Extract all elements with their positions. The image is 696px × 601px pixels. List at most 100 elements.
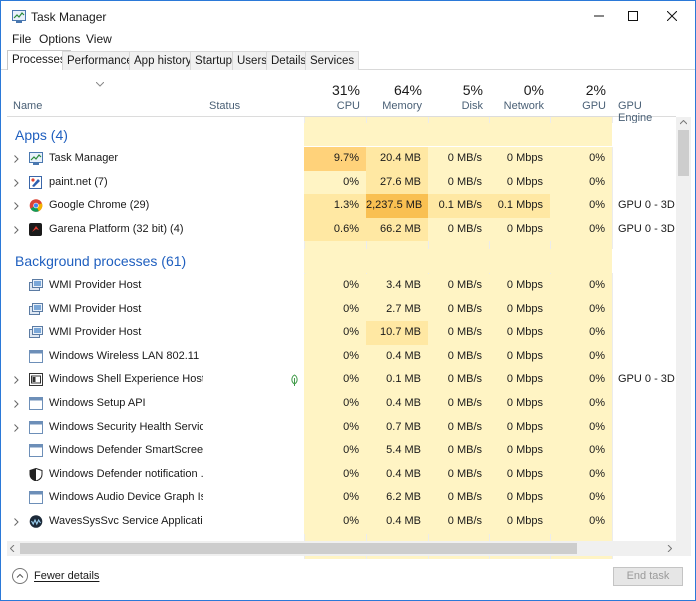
group-header-heat xyxy=(304,123,612,146)
scroll-left-icon[interactable] xyxy=(10,545,15,552)
column-header-memory[interactable]: 64% Memory xyxy=(366,71,428,117)
process-row[interactable]: Windows Shell Experience Host 0% 0.1 MB 0 M… xyxy=(7,368,676,392)
expand-chevron-icon[interactable] xyxy=(14,376,19,385)
process-mem-cell: 0.4 MB xyxy=(366,510,428,534)
wmi-icon xyxy=(29,326,43,339)
column-header-status[interactable]: Status xyxy=(203,71,304,117)
process-row[interactable]: WMI Provider Host 0% 10.7 MB 0 MB/s 0 Mbps 0% xyxy=(7,321,676,345)
end-task-button[interactable]: End task xyxy=(613,567,683,586)
process-disk-cell: 0 MB/s xyxy=(428,439,489,463)
fewer-details-link[interactable]: Fewer details xyxy=(34,570,99,582)
process-name: Windows Wireless LAN 802.11 E... xyxy=(49,349,203,362)
process-cpu-cell: 0% xyxy=(304,170,366,195)
column-header-network[interactable]: 0% Network xyxy=(489,71,550,117)
process-row[interactable]: Windows Wireless LAN 802.11 E... 0% 0.4 MB… xyxy=(7,344,676,369)
title-bar[interactable]: Task Manager xyxy=(1,1,695,31)
section-title-apps: Apps (4) xyxy=(15,127,68,143)
expand-chevron-icon[interactable] xyxy=(14,423,19,432)
paintnet-icon xyxy=(29,175,42,189)
expand-chevron-icon[interactable] xyxy=(14,400,19,408)
maximize-button[interactable] xyxy=(613,1,652,31)
process-mem-cell: 0.4 MB xyxy=(366,344,428,369)
process-name: WMI Provider Host xyxy=(49,279,142,291)
garena-icon xyxy=(29,222,42,236)
process-gpu-engine-cell xyxy=(612,147,676,171)
process-name-cell: Windows Security Health Service xyxy=(7,416,203,440)
process-disk-cell: 0 MB/s xyxy=(428,297,489,322)
fewer-details-chevron-icon[interactable] xyxy=(12,568,28,584)
window-icon xyxy=(29,491,43,505)
vertical-scrollbar[interactable] xyxy=(676,117,691,541)
process-name-cell: WMI Provider Host xyxy=(7,274,203,298)
process-row[interactable]: paint.net (7) 0% 27.6 MB 0 MB/s 0 Mbps 0% xyxy=(7,170,676,195)
menu-bar: File Options View xyxy=(1,31,695,49)
expand-chevron-icon[interactable] xyxy=(14,518,19,526)
process-disk-cell: 0.1 MB/s xyxy=(428,194,489,218)
menu-options[interactable]: Options xyxy=(39,32,80,46)
horizontal-scroll-thumb[interactable] xyxy=(20,543,577,554)
process-gpu-cell: 0% xyxy=(550,170,612,195)
process-row[interactable]: Task Manager 9.7% 20.4 MB 0 MB/s 0 Mbps 0% xyxy=(7,147,676,171)
close-button[interactable] xyxy=(652,1,691,31)
process-net-cell: 0.1 Mbps xyxy=(489,194,550,218)
process-cpu-cell: 0% xyxy=(304,274,366,298)
tab-app-history[interactable]: App history xyxy=(129,51,197,70)
group-header-background[interactable]: Background processes (61) xyxy=(7,249,676,273)
horizontal-scrollbar[interactable] xyxy=(7,541,676,556)
process-row[interactable]: Windows Setup API 0% 0.4 MB 0 MB/s 0 Mbps 0% xyxy=(7,392,676,416)
column-header-name[interactable]: Name xyxy=(7,71,203,117)
expand-chevron-icon[interactable] xyxy=(14,202,19,211)
process-gpu-cell: 0% xyxy=(550,368,612,392)
process-row[interactable]: Windows Security Health Service 0% 0.7 MB 0… xyxy=(7,415,676,440)
scroll-right-icon[interactable] xyxy=(667,545,672,552)
process-gpu-engine-cell xyxy=(612,171,676,195)
window-icon xyxy=(29,397,43,410)
process-row[interactable]: Windows Defender notification ... 0% 0.4 M… xyxy=(7,462,676,487)
group-header-apps[interactable]: Apps (4) xyxy=(7,123,676,147)
process-grid[interactable]: Name Status 31% CPU 64% Memory 5% Disk 0… xyxy=(7,71,691,559)
process-row[interactable]: Garena Platform (32 bit) (4) 0.6% 66.2 MB 0… xyxy=(7,217,676,242)
waves-icon xyxy=(29,515,43,528)
process-row[interactable]: WavesSysSvc Service Application 0% 0.4 MB 0… xyxy=(7,510,676,534)
tab-startup[interactable]: Startup xyxy=(190,51,238,70)
process-net-cell: 0 Mbps xyxy=(489,392,550,416)
process-gpu-engine-cell: GPU 0 - 3D xyxy=(618,373,675,386)
process-row[interactable]: Google Chrome (29) 1.3% 2,237.5 MB 0.1 MB/s… xyxy=(7,194,676,218)
process-net-cell: 0 Mbps xyxy=(489,462,550,487)
process-net-cell: 0 Mbps xyxy=(489,147,550,171)
process-row[interactable]: Windows Defender SmartScreen 0% 5.4 MB 0 MB… xyxy=(7,439,676,463)
process-name: Windows Defender notification ... xyxy=(49,467,203,480)
column-header-gpu[interactable]: 2% GPU xyxy=(550,71,612,117)
column-header-disk[interactable]: 5% Disk xyxy=(428,71,489,117)
process-gpu-cell: 0% xyxy=(550,194,612,218)
scroll-up-icon[interactable] xyxy=(680,120,687,125)
process-row[interactable]: WMI Provider Host 0% 2.7 MB 0 MB/s 0 Mbps 0% xyxy=(7,297,676,322)
process-net-cell: 0 Mbps xyxy=(489,439,550,463)
tab-performance[interactable]: Performance xyxy=(62,51,138,70)
process-cpu-cell: 0% xyxy=(304,297,366,322)
process-gpu-cell: 0% xyxy=(550,297,612,322)
wmi-icon xyxy=(29,279,43,291)
vertical-scroll-thumb[interactable] xyxy=(678,130,689,176)
expand-chevron-icon[interactable] xyxy=(14,225,19,234)
process-gpu-engine-cell xyxy=(612,463,676,487)
process-gpu-cell: 0% xyxy=(550,510,612,534)
process-mem-cell: 0.1 MB xyxy=(366,368,428,392)
menu-view[interactable]: View xyxy=(86,32,112,46)
process-row[interactable]: WMI Provider Host 0% 3.4 MB 0 MB/s 0 Mbps 0% xyxy=(7,274,676,298)
expand-chevron-icon[interactable] xyxy=(14,155,19,163)
process-cpu-cell: 0% xyxy=(304,462,366,487)
column-header-cpu[interactable]: 31% CPU xyxy=(304,71,366,117)
column-header-gpu-engine[interactable]: GPU Engine xyxy=(612,71,676,124)
tab-services[interactable]: Services xyxy=(305,51,360,70)
process-cpu-cell: 0% xyxy=(304,368,366,392)
window-title: Task Manager xyxy=(31,10,107,24)
expand-chevron-icon[interactable] xyxy=(14,178,19,187)
minimize-icon xyxy=(593,15,604,17)
section-title-background: Background processes (61) xyxy=(15,253,187,269)
process-gpu-cell: 0% xyxy=(550,415,612,440)
process-row[interactable]: Windows Audio Device Graph Is... 0% 6.2 MB… xyxy=(7,486,676,510)
task-manager-icon xyxy=(29,152,43,165)
menu-file[interactable]: File xyxy=(12,32,31,46)
shield-icon xyxy=(29,467,43,481)
